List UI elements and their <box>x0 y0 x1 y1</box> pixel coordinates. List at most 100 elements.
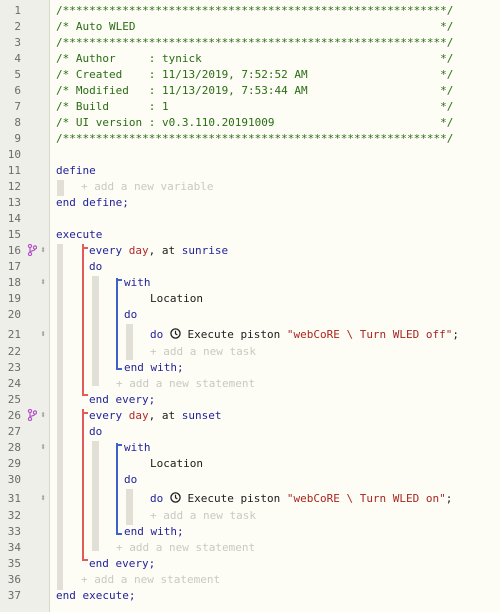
piston-name: "webCoRE \ Turn WLED off" <box>286 328 453 341</box>
piston-name: "webCoRE \ Turn WLED on" <box>286 492 446 505</box>
line-number: 6 <box>14 84 21 97</box>
task-execute-piston-1[interactable]: do Execute piston "webCoRE \ Turn WLED o… <box>150 327 459 343</box>
at-keyword: , at <box>148 409 182 422</box>
timer-event: sunset <box>181 409 222 422</box>
line-number: 11 <box>7 164 21 177</box>
line-number: 32 <box>7 509 21 522</box>
line-number: 10 <box>7 148 21 161</box>
drag-handle-icon[interactable]: ⬍ <box>37 244 49 258</box>
drag-handle-icon[interactable]: ⬍ <box>37 409 49 423</box>
line-number: 17 <box>7 260 21 273</box>
task-command: Execute piston <box>187 492 287 505</box>
line-number: 23 <box>7 361 21 374</box>
code-line: 7 /* Build : 1 */ <box>0 99 500 115</box>
code-line: 37 end execute; <box>0 588 500 604</box>
header-comment: /* Build : 1 */ <box>56 100 454 113</box>
header-comment: /* Author : tynick */ <box>56 52 454 65</box>
terminator: ; <box>452 328 460 341</box>
add-task-link[interactable]: + add a new task <box>150 508 256 524</box>
task-execute-piston-2[interactable]: do Execute piston "webCoRE \ Turn WLED o… <box>150 491 452 507</box>
code-line: 26 ⬍ every day, at sunset <box>0 408 500 424</box>
line-number: 9 <box>14 132 21 145</box>
code-line: 3 /*************************************… <box>0 35 500 51</box>
header-comment: /* UI version : v0.3.110.20191009 */ <box>56 116 454 129</box>
line-number: 27 <box>7 425 21 438</box>
line-number: 28 <box>7 441 21 454</box>
line-number: 22 <box>7 345 21 358</box>
code-line: 18 ⬍ with <box>0 275 500 291</box>
every-statement-1[interactable]: every day, at sunrise <box>89 243 228 259</box>
code-line: 16 ⬍ every day, at sunrise <box>0 243 500 259</box>
code-line: 4 /* Author : tynick */ <box>0 51 500 67</box>
drag-handle-icon[interactable]: ⬍ <box>37 328 49 342</box>
code-line: 30 do <box>0 472 500 488</box>
line-number: 15 <box>7 228 21 241</box>
code-line: 36 + add a new statement <box>0 572 500 588</box>
do-keyword: do <box>89 260 103 273</box>
code-line: 31 ⬍ do Execute piston "webCoRE \ Turn W… <box>0 491 500 507</box>
drag-handle-icon[interactable]: ⬍ <box>37 276 49 290</box>
line-number: 33 <box>7 525 21 538</box>
line-number: 3 <box>14 36 21 49</box>
with-keyword[interactable]: with <box>124 440 151 456</box>
end-with-keyword: end with; <box>124 525 184 538</box>
execute-keyword[interactable]: execute <box>56 227 102 243</box>
add-task-link[interactable]: + add a new task <box>150 344 256 360</box>
code-line: 14 <box>0 211 500 227</box>
line-number: 34 <box>7 541 21 554</box>
code-line: 5 /* Created : 11/13/2019, 7:52:52 AM */ <box>0 67 500 83</box>
end-every-keyword: end every; <box>89 557 156 570</box>
task-command: Execute piston <box>187 328 287 341</box>
line-number: 2 <box>14 20 21 33</box>
line-number: 29 <box>7 457 21 470</box>
header-comment: /***************************************… <box>56 132 454 145</box>
header-comment: /***************************************… <box>56 36 454 49</box>
line-number: 8 <box>14 116 21 129</box>
timer-unit: day <box>128 244 149 257</box>
add-statement-link[interactable]: + add a new statement <box>116 540 255 556</box>
code-line: 28 ⬍ with <box>0 440 500 456</box>
add-statement-link[interactable]: + add a new statement <box>81 572 220 588</box>
code-line: 29 Location <box>0 456 500 472</box>
line-number: 37 <box>7 589 21 602</box>
code-line: 25 end every; <box>0 392 500 408</box>
code-line: 33 end with; <box>0 524 500 540</box>
end-define-keyword[interactable]: end define; <box>56 195 129 211</box>
line-number: 1 <box>14 4 21 17</box>
end-every-keyword: end every; <box>89 393 156 406</box>
line-number: 4 <box>14 52 21 65</box>
every-statement-2[interactable]: every day, at sunset <box>89 408 222 424</box>
line-number: 5 <box>14 68 21 81</box>
line-number: 14 <box>7 212 21 225</box>
code-line: 35 end every; <box>0 556 500 572</box>
header-comment: /* Modified : 11/13/2019, 7:53:44 AM */ <box>56 84 454 97</box>
code-line: 2 /* Auto WLED */ <box>0 19 500 35</box>
code-line: 22 + add a new task <box>0 344 500 360</box>
drag-handle-icon[interactable]: ⬍ <box>37 441 49 455</box>
line-number: 19 <box>7 292 21 305</box>
code-line: 32 + add a new task <box>0 508 500 524</box>
code-line: 11 define <box>0 163 500 179</box>
code-line: 12 + add a new variable <box>0 179 500 195</box>
code-line: 15 execute <box>0 227 500 243</box>
code-line: 24 + add a new statement <box>0 376 500 392</box>
with-keyword[interactable]: with <box>124 275 151 291</box>
code-line: 17 do <box>0 259 500 275</box>
line-number: 20 <box>7 308 21 321</box>
at-keyword: , at <box>148 244 182 257</box>
drag-handle-icon[interactable]: ⬍ <box>37 492 49 506</box>
every-keyword: every <box>89 244 123 257</box>
timer-unit: day <box>128 409 149 422</box>
code-line: 9 /*************************************… <box>0 131 500 147</box>
do-keyword: do <box>89 425 103 438</box>
define-keyword[interactable]: define <box>56 163 96 179</box>
add-statement-link[interactable]: + add a new statement <box>116 376 255 392</box>
code-line: 21 ⬍ do Execute piston "webCoRE \ Turn W… <box>0 327 500 343</box>
line-number: 31 <box>7 492 21 505</box>
end-with-keyword: end with; <box>124 361 184 374</box>
line-number: 7 <box>14 100 21 113</box>
do-keyword: do <box>150 492 164 505</box>
line-number: 13 <box>7 196 21 209</box>
code-line: 19 Location <box>0 291 500 307</box>
add-variable-link[interactable]: + add a new variable <box>81 179 213 195</box>
